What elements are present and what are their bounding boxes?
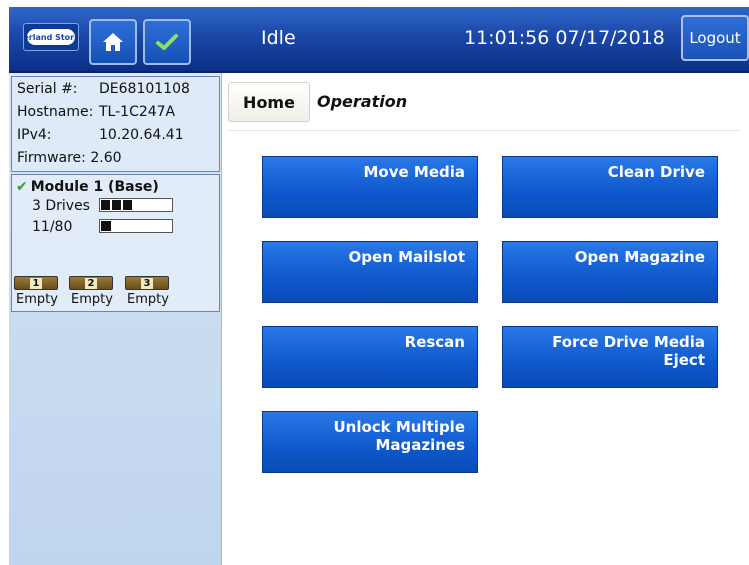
logout-button[interactable]: Logout — [681, 15, 749, 61]
clean-drive-button[interactable]: Clean Drive — [502, 156, 718, 218]
device-info-panel: Serial #: DE68101108 Hostname: TL-1C247A I… — [11, 76, 220, 172]
drive-block — [101, 200, 110, 210]
serial-label: Serial #: — [17, 81, 78, 97]
hostname-row: Hostname: TL-1C247A — [17, 104, 175, 120]
system-status: Idle — [261, 27, 296, 49]
magazine-number: 3 — [140, 277, 154, 289]
hostname-value: TL-1C247A — [99, 104, 176, 120]
module-title-text: Module 1 (Base) — [30, 179, 159, 195]
ipv4-value: 10.20.64.41 — [99, 127, 184, 143]
date-time: 11:01:56 07/17/2018 — [464, 27, 665, 49]
magazine-status: Empty — [16, 292, 58, 307]
magazine-icon: 1 — [14, 276, 58, 290]
magazine-status: Empty — [127, 292, 169, 307]
sidebar: Serial #: DE68101108 Hostname: TL-1C247A I… — [9, 73, 222, 565]
firmware-value: 2.60 — [90, 150, 122, 166]
firmware-row: Firmware: 2.60 — [17, 150, 122, 166]
module-panel[interactable]: ✔ Module 1 (Base) 3 Drives 11/80 1 Empty … — [11, 174, 220, 312]
module-title: ✔ Module 1 (Base) — [16, 179, 159, 195]
logo-mark: Overland Storage — [27, 29, 75, 45]
magazine-2[interactable]: 2 Empty — [69, 276, 115, 307]
ipv4-row: IPv4: 10.20.64.41 — [17, 127, 184, 143]
magazine-1[interactable]: 1 Empty — [14, 276, 60, 307]
home-icon — [103, 33, 123, 51]
header-bar: Overland Storage Idle 11:01:56 07/17/201… — [9, 7, 749, 73]
slots-fill — [101, 221, 111, 231]
serial-row: Serial #: DE68101108 — [17, 81, 190, 97]
magazine-number: 2 — [84, 277, 98, 289]
check-icon: ✔ — [16, 179, 28, 195]
hostname-label: Hostname: — [17, 104, 94, 120]
force-drive-media-eject-button[interactable]: Force Drive Media Eject — [502, 326, 718, 388]
check-button[interactable] — [143, 19, 191, 65]
magazine-3[interactable]: 3 Empty — [125, 276, 171, 307]
firmware-label: Firmware: — [17, 150, 86, 166]
magazine-icon: 2 — [69, 276, 113, 290]
serial-value: DE68101108 — [99, 81, 190, 97]
divider — [228, 130, 740, 131]
move-media-button[interactable]: Move Media — [262, 156, 478, 218]
ipv4-label: IPv4: — [17, 127, 52, 143]
magazine-number: 1 — [29, 277, 43, 289]
unlock-multiple-magazines-button[interactable]: Unlock Multiple Magazines — [262, 411, 478, 473]
drives-label: 3 Drives — [32, 198, 90, 214]
breadcrumb-home[interactable]: Home — [228, 82, 310, 122]
magazine-status: Empty — [71, 292, 113, 307]
open-magazine-button[interactable]: Open Magazine — [502, 241, 718, 303]
logo-text: Overland Storage — [27, 32, 75, 42]
rescan-button[interactable]: Rescan — [262, 326, 478, 388]
drives-indicator — [99, 198, 173, 212]
page-title: Operation — [317, 92, 408, 111]
open-mailslot-button[interactable]: Open Mailslot — [262, 241, 478, 303]
overland-logo: Overland Storage — [23, 23, 79, 51]
home-button[interactable] — [89, 19, 137, 65]
magazine-icon: 3 — [125, 276, 169, 290]
drive-block — [112, 200, 121, 210]
slots-label: 11/80 — [32, 219, 73, 235]
drive-block — [123, 200, 132, 210]
check-icon — [156, 34, 178, 50]
slots-indicator — [99, 219, 173, 233]
